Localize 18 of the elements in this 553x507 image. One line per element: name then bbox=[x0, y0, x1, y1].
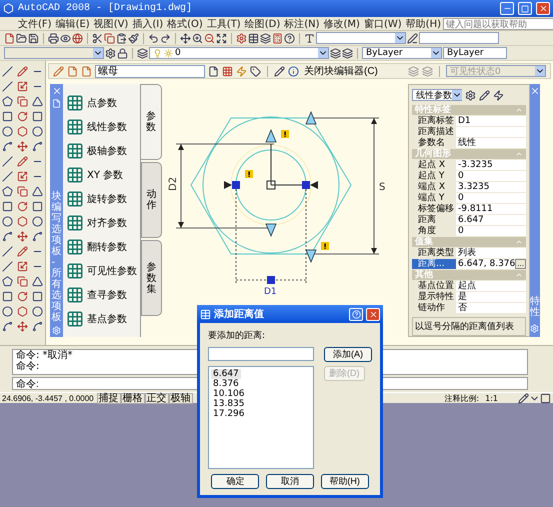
dimension-label: D2 bbox=[168, 176, 179, 191]
dimension-label: S bbox=[379, 182, 386, 193]
section-title: 特性标签 bbox=[415, 105, 451, 115]
field-label: 要添加的距离: bbox=[208, 330, 266, 342]
section-title: 几何图形 bbox=[415, 149, 451, 159]
dimension-label: D1 bbox=[264, 287, 277, 297]
window-title: AutoCAD 2008 - [Drawing1.dwg] bbox=[18, 3, 194, 14]
property-description: 以逗号分隔的距离值列表 bbox=[412, 317, 526, 336]
palette-title: 特性 bbox=[530, 296, 540, 318]
dialog-title: 添加距离值 bbox=[214, 307, 265, 321]
section-title: 其他 bbox=[415, 270, 433, 280]
section-title: 值集 bbox=[415, 237, 433, 247]
layer-name: 0 bbox=[175, 48, 181, 58]
annotation-scale-label: 注释比例: bbox=[444, 392, 480, 404]
command-line: 命令: *取消* bbox=[16, 350, 73, 361]
coordinates: 24.6906, -3.4457 , 0.0000 bbox=[2, 394, 94, 402]
command-line: 命令: bbox=[16, 361, 40, 372]
palette-title: 块编写选项板 - 所有选项板 bbox=[52, 191, 62, 323]
